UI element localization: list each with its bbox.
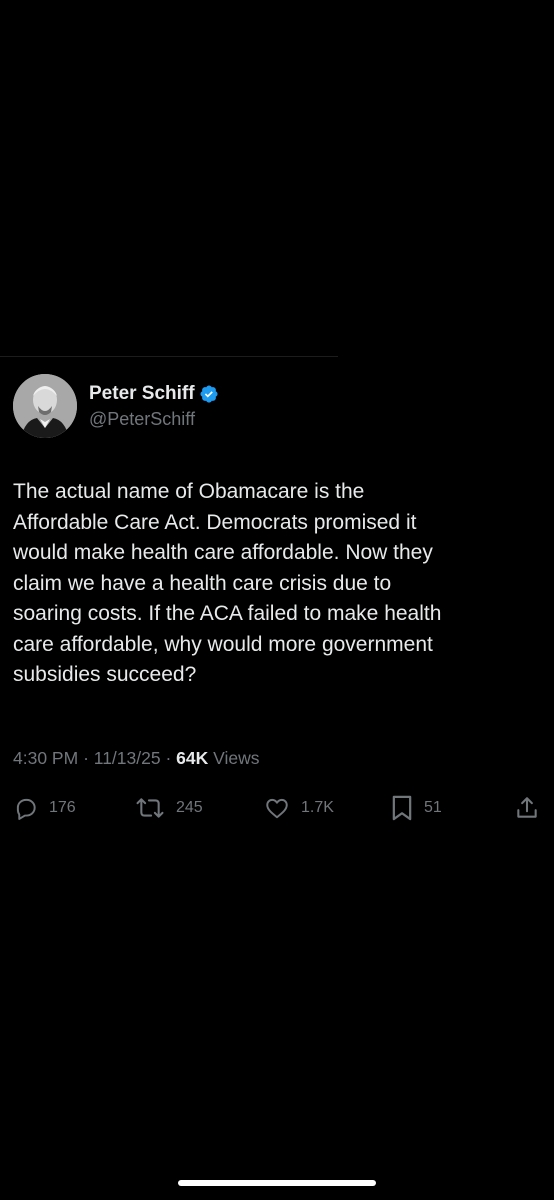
tweet-text: The actual name of Obamacare is the Affo… <box>13 480 442 686</box>
share-icon <box>514 795 540 821</box>
like-count: 1.7K <box>301 799 334 816</box>
meta-separator: · <box>165 748 172 768</box>
views-label: Views <box>213 748 260 768</box>
home-indicator[interactable] <box>178 1180 376 1186</box>
repost-icon <box>134 795 166 821</box>
repost-button[interactable]: 245 <box>134 788 203 828</box>
bookmark-button[interactable]: 51 <box>390 788 442 828</box>
reply-icon <box>13 795 39 821</box>
divider <box>0 356 338 357</box>
author-display-name[interactable]: Peter Schiff <box>89 382 195 406</box>
tweet-date[interactable]: 11/13/25 <box>94 748 161 768</box>
share-button[interactable] <box>514 788 540 828</box>
action-bar: 176 245 1.7K 51 <box>0 788 554 828</box>
meta-separator: · <box>83 748 89 768</box>
reply-count: 176 <box>49 799 76 816</box>
avatar[interactable] <box>13 374 77 438</box>
author-names: Peter Schiff @PeterSchiff <box>89 374 219 438</box>
tweet-meta: 4:30 PM · 11/13/25 · 64K Views <box>13 746 260 770</box>
bookmark-count: 51 <box>424 799 442 816</box>
verified-badge-icon[interactable] <box>199 384 219 404</box>
views-count[interactable]: 64K <box>176 748 208 768</box>
like-button[interactable]: 1.7K <box>263 788 334 828</box>
repost-count: 245 <box>176 799 203 816</box>
tweet-time[interactable]: 4:30 PM <box>13 748 78 768</box>
name-row: Peter Schiff <box>89 382 219 406</box>
reply-button[interactable]: 176 <box>13 788 76 828</box>
tweet-header: Peter Schiff @PeterSchiff <box>13 374 219 438</box>
bookmark-icon <box>390 794 414 822</box>
author-handle[interactable]: @PeterSchiff <box>89 407 219 431</box>
heart-icon <box>263 795 291 821</box>
